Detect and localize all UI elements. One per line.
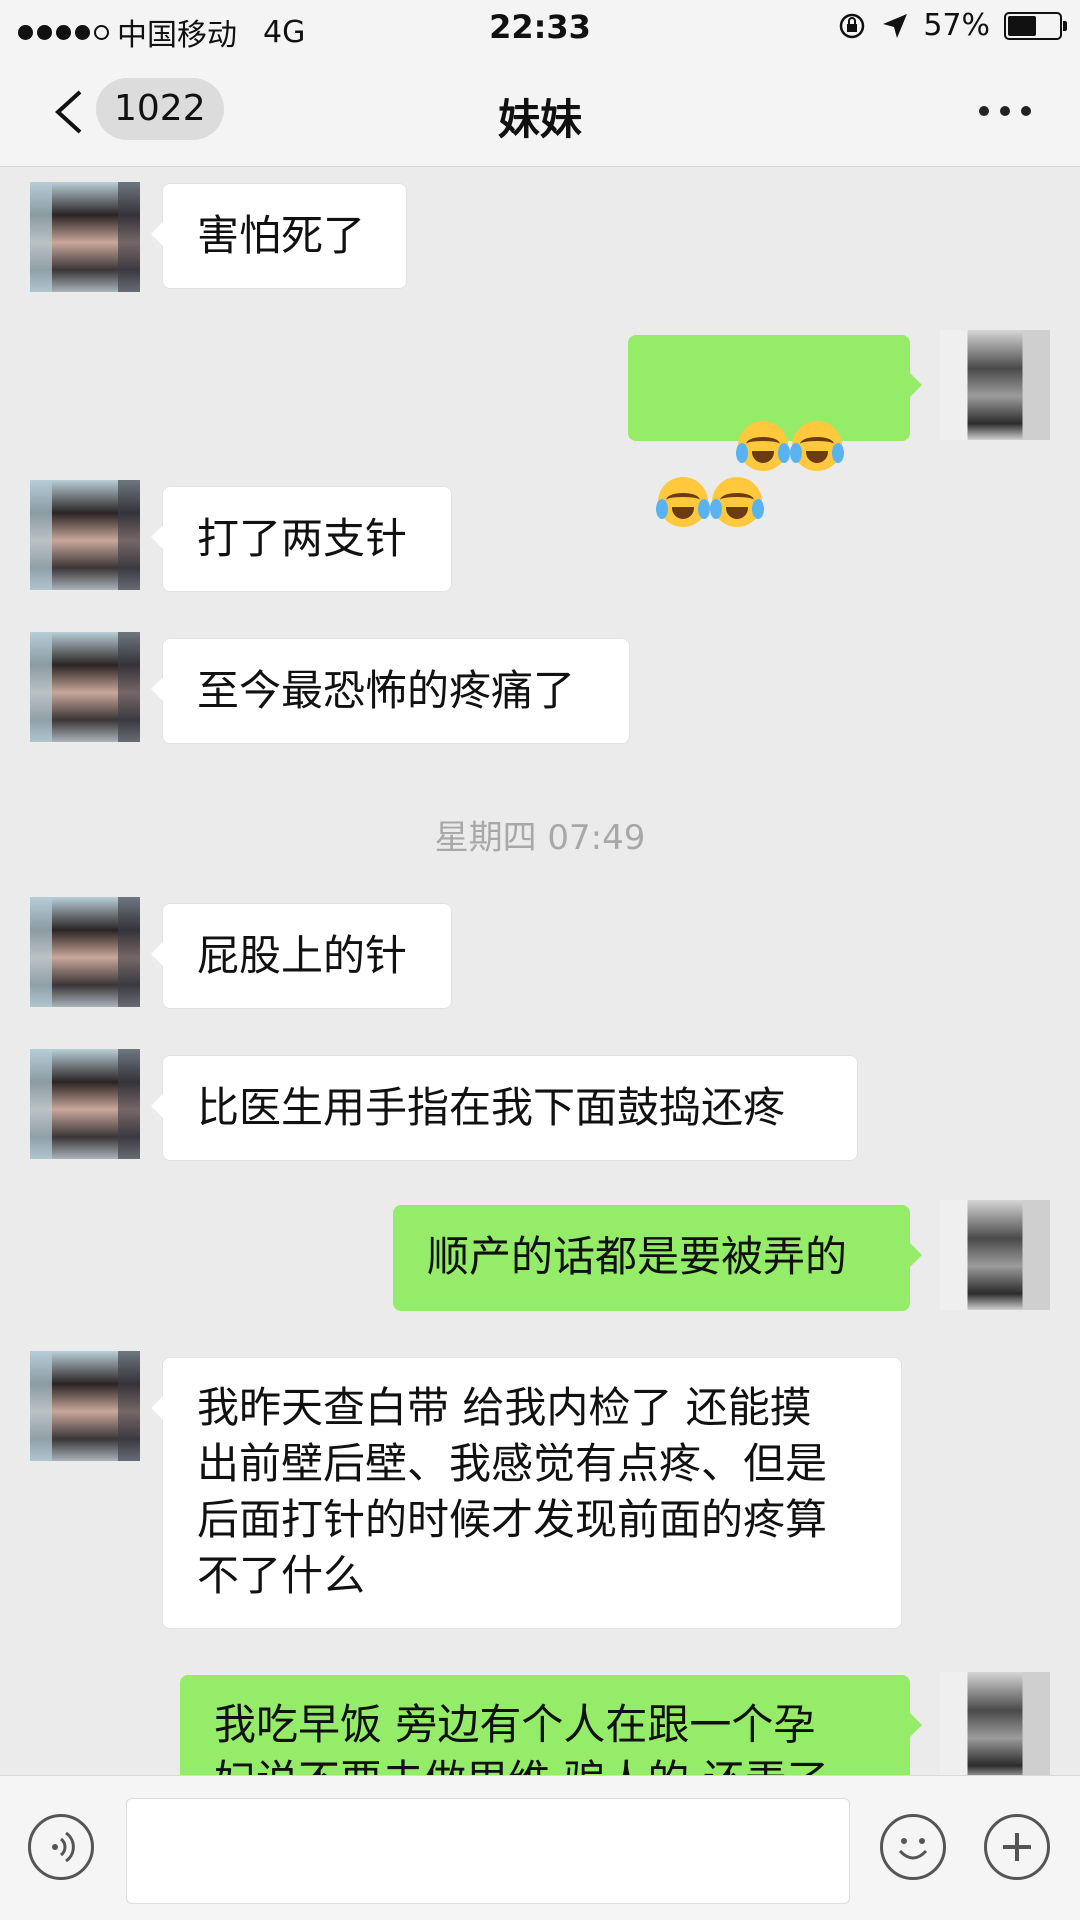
incoming-message[interactable]: 我昨天查白带 给我内检了 还能摸 出前壁后壁、我感觉有点疼、但是 后面打针的时候… <box>151 1357 902 1629</box>
my-avatar[interactable] <box>940 1672 1050 1775</box>
incoming-message[interactable]: 害怕死了 <box>151 183 407 289</box>
location-arrow-icon <box>883 13 908 38</box>
contact-avatar[interactable] <box>30 1351 140 1461</box>
more-options-button[interactable] <box>970 98 1040 124</box>
loudly-crying-face-icon <box>710 476 764 527</box>
message-input[interactable] <box>126 1798 850 1904</box>
battery-icon <box>1004 11 1067 40</box>
input-bar <box>0 1775 1080 1920</box>
incoming-message[interactable]: 至今最恐怖的疼痛了 <box>151 638 630 744</box>
loudly-crying-face-icon <box>656 476 710 527</box>
chat-title: 妹妹 <box>497 95 582 144</box>
incoming-message[interactable]: 打了两支针 <box>151 486 452 592</box>
loudly-crying-face-icon <box>790 420 845 471</box>
contact-avatar[interactable] <box>30 1049 140 1159</box>
voice-icon <box>52 1831 75 1863</box>
more-actions-button[interactable] <box>984 1814 1050 1880</box>
loudly-crying-face-icon <box>736 420 791 471</box>
contact-avatar[interactable] <box>30 897 140 1007</box>
rotation-lock-icon <box>840 13 865 38</box>
status-bar: 中国移动 4G 22:33 57% <box>0 0 1080 56</box>
outgoing-message[interactable]: 顺产的话都是要被弄的 <box>393 1205 922 1311</box>
dot-icon <box>1000 106 1010 116</box>
my-avatar[interactable] <box>940 330 1050 440</box>
status-right: 57% <box>837 8 1067 43</box>
contact-avatar[interactable] <box>30 480 140 590</box>
my-avatar[interactable] <box>940 1200 1050 1310</box>
incoming-message[interactable]: 比医生用手指在我下面鼓捣还疼 <box>151 1055 858 1161</box>
message-timestamp: 星期四 07:49 <box>434 818 646 858</box>
smiley-icon <box>898 1838 928 1860</box>
dot-icon <box>1021 106 1031 116</box>
battery-level <box>1008 15 1036 36</box>
emoji-button[interactable] <box>880 1814 946 1880</box>
contact-avatar[interactable] <box>30 182 140 292</box>
contact-avatar[interactable] <box>30 632 140 742</box>
message-list[interactable]: 害怕死了 打了两支针 至今最恐怖的疼痛了 星期四 07:49 屁股上的针 比医生… <box>0 167 1080 1775</box>
chat-screen: 中国移动 4G 22:33 57% 1022 妹妹 害怕死了 打了两支针 至今最… <box>0 0 1080 1920</box>
outgoing-message[interactable] <box>628 335 922 527</box>
nav-bar: 1022 妹妹 <box>0 56 1080 167</box>
outgoing-message[interactable]: 我吃早饭 旁边有个人在跟一个孕 妇说不要去做甩维 骗人的 还弄了 <box>180 1675 922 1775</box>
dot-icon <box>979 106 989 116</box>
voice-input-button[interactable] <box>28 1814 94 1880</box>
battery-percent: 57% <box>923 8 990 43</box>
incoming-message[interactable]: 屁股上的针 <box>151 903 452 1009</box>
